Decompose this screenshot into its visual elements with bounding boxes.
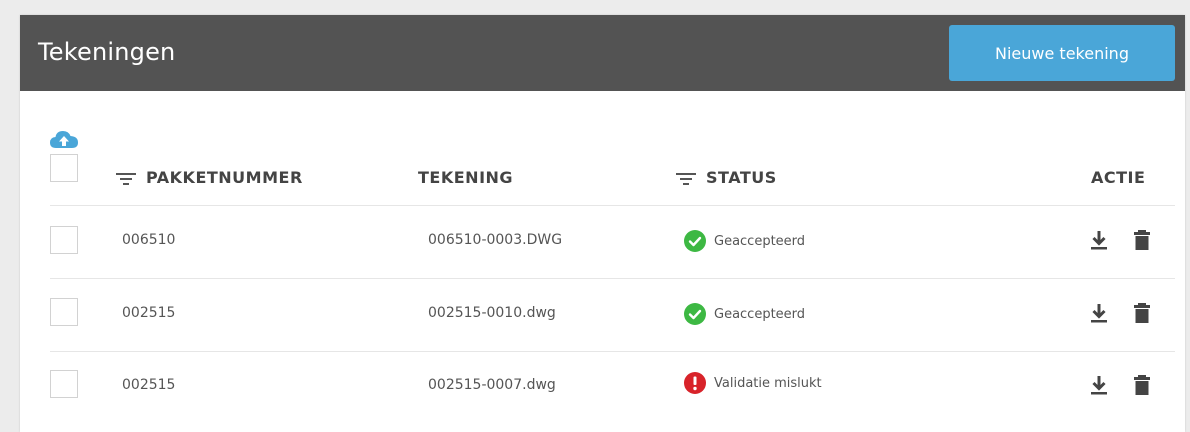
select-all-checkbox[interactable]: [50, 154, 78, 182]
cell-tekening[interactable]: 002515-0007.dwg: [428, 377, 556, 393]
column-header-tekening: TEKENING: [418, 168, 513, 187]
column-header-label: PAKKETNUMMER: [146, 168, 303, 187]
status-badge: Geaccepteerd: [684, 303, 805, 325]
drawings-panel: Tekeningen Nieuwe tekening PAKKETNUMMER …: [20, 15, 1185, 432]
row-divider: [50, 205, 1175, 206]
download-icon[interactable]: [1090, 303, 1108, 323]
cell-pakketnummer: 006510: [122, 232, 176, 248]
cell-tekening[interactable]: 006510-0003.DWG: [428, 232, 562, 248]
row-checkbox[interactable]: [50, 298, 78, 326]
trash-icon[interactable]: [1133, 375, 1151, 395]
exclamation-circle-icon: [684, 372, 706, 394]
status-badge: Geaccepteerd: [684, 230, 805, 252]
column-header-actie: ACTIE: [1091, 168, 1145, 187]
check-circle-icon: [684, 230, 706, 252]
row-checkbox[interactable]: [50, 370, 78, 398]
column-header-label: STATUS: [706, 168, 777, 187]
download-icon[interactable]: [1090, 375, 1108, 395]
column-header-status[interactable]: STATUS: [676, 168, 777, 187]
row-divider: [50, 278, 1175, 279]
trash-icon[interactable]: [1133, 230, 1151, 250]
check-circle-icon: [684, 303, 706, 325]
filter-icon[interactable]: [116, 171, 136, 185]
cell-pakketnummer: 002515: [122, 305, 176, 321]
status-badge: Validatie mislukt: [684, 372, 822, 394]
status-label: Geaccepteerd: [714, 233, 806, 249]
row-checkbox[interactable]: [50, 226, 78, 254]
page-title: Tekeningen: [38, 38, 176, 66]
cloud-upload-icon[interactable]: [49, 128, 79, 152]
column-header-pakketnummer[interactable]: PAKKETNUMMER: [116, 168, 303, 187]
status-label: Geaccepteerd: [714, 306, 806, 322]
column-header-label: TEKENING: [418, 168, 514, 187]
status-label: Validatie mislukt: [714, 375, 822, 391]
panel-header: Tekeningen Nieuwe tekening: [20, 15, 1185, 91]
column-header-label: ACTIE: [1091, 168, 1146, 187]
cell-pakketnummer: 002515: [122, 377, 176, 393]
download-icon[interactable]: [1090, 230, 1108, 250]
new-drawing-button[interactable]: Nieuwe tekening: [949, 25, 1175, 81]
filter-icon[interactable]: [676, 171, 696, 185]
row-divider: [50, 351, 1175, 352]
trash-icon[interactable]: [1133, 303, 1151, 323]
cell-tekening[interactable]: 002515-0010.dwg: [428, 305, 556, 321]
